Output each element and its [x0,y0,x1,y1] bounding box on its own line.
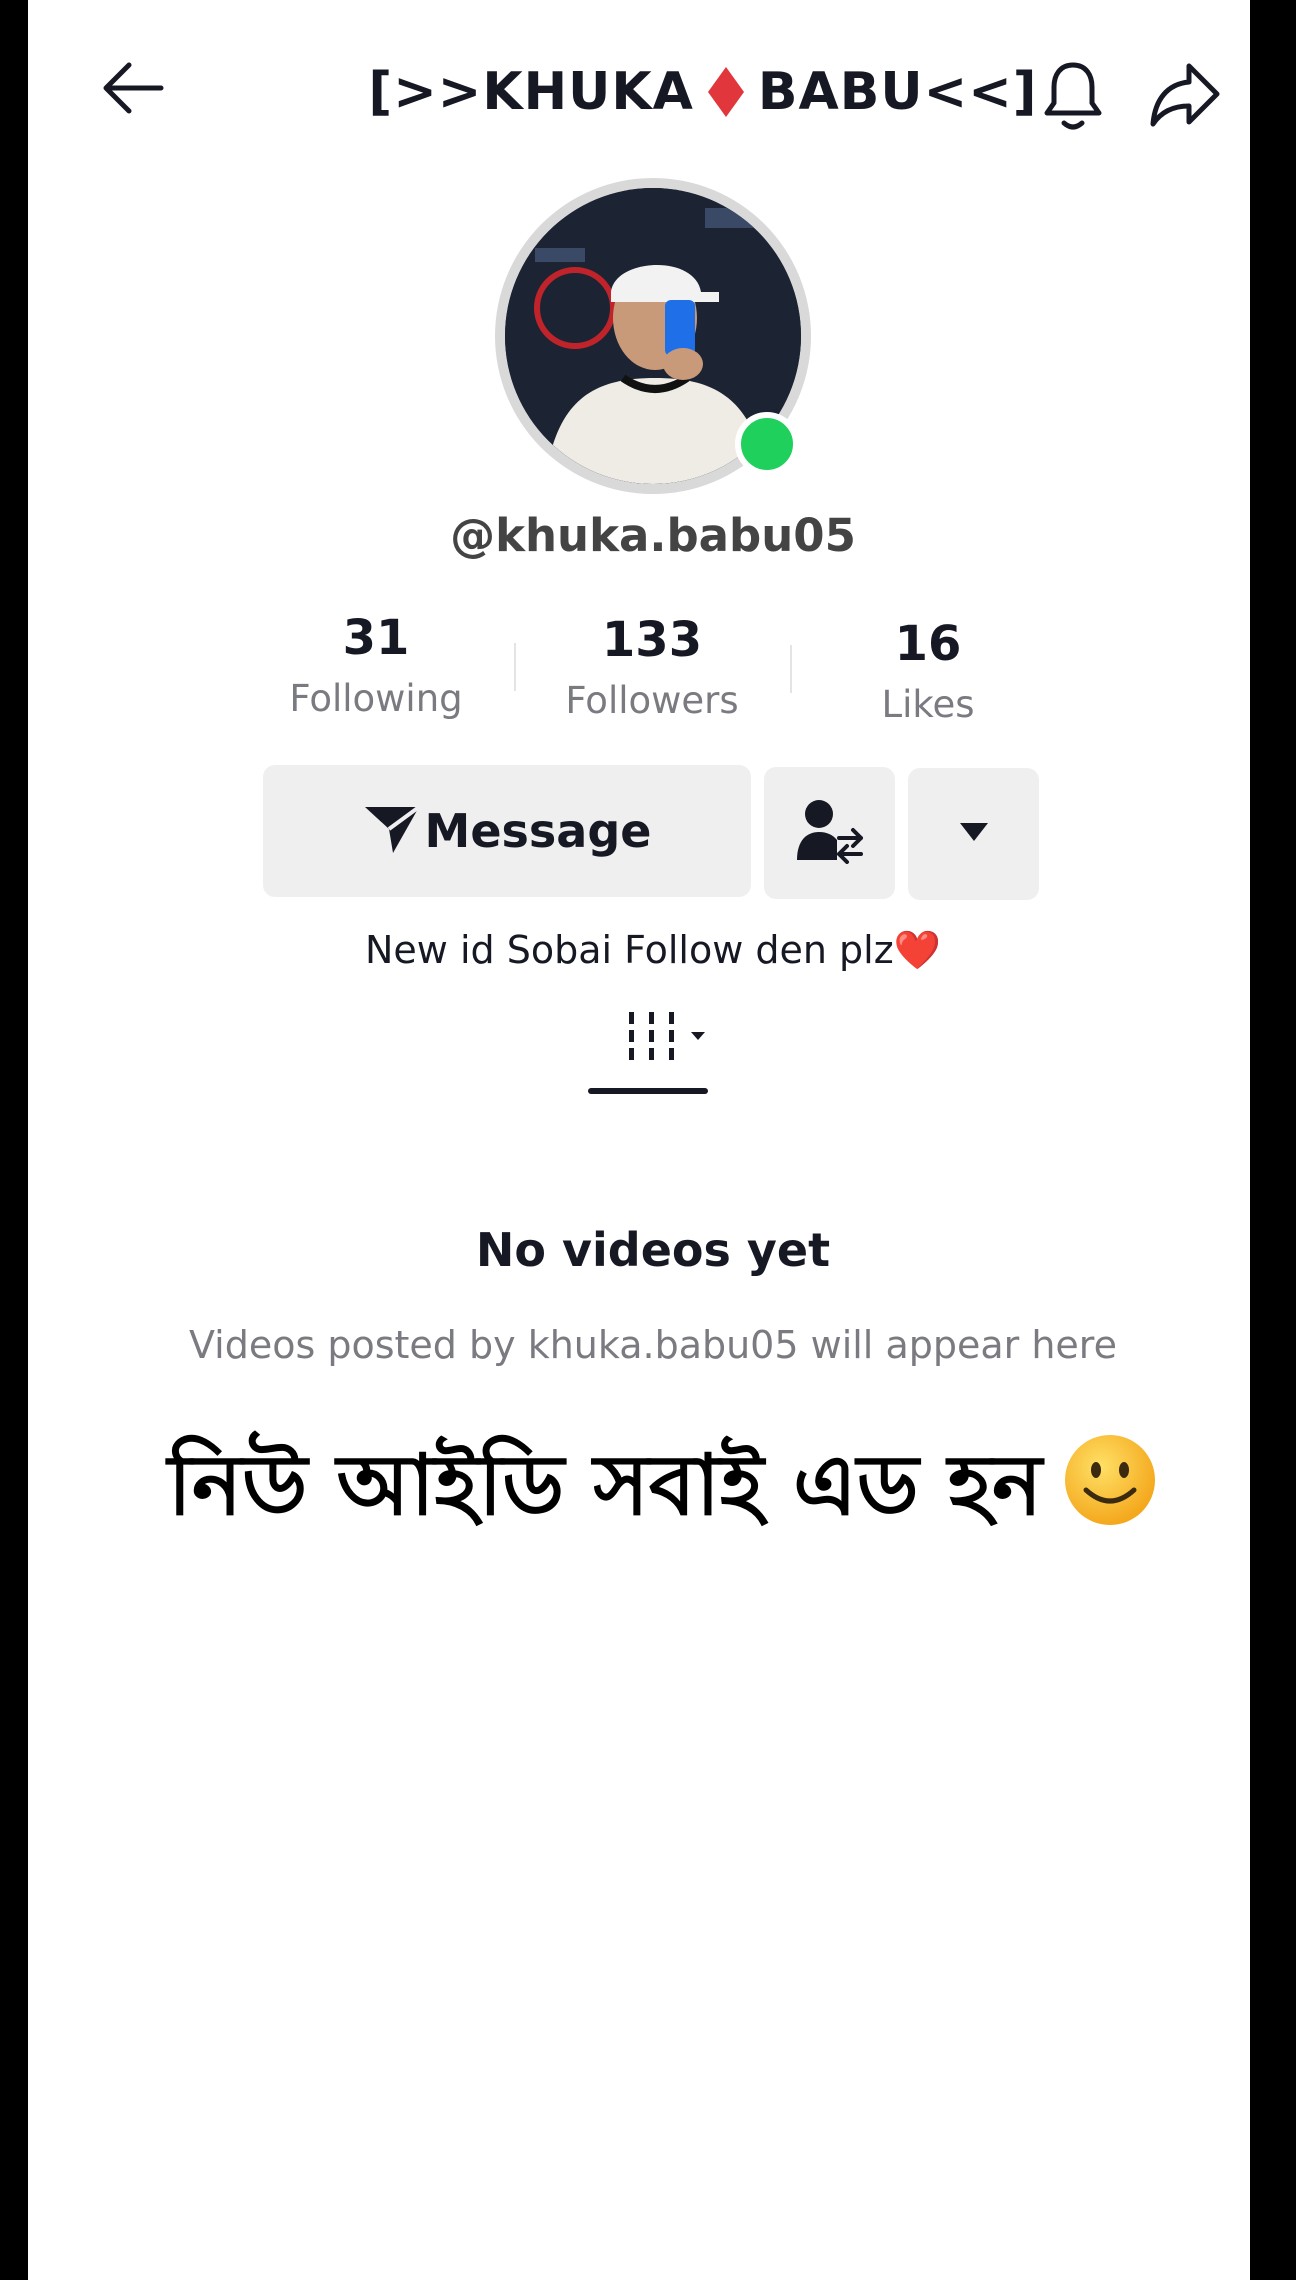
more-options-button[interactable] [908,768,1039,900]
follow-back-button[interactable] [764,767,895,899]
overlay-caption-text: নিউ আইডি সবাই এড হন [167,1435,1043,1534]
stat-value: 31 [342,610,410,666]
share-button[interactable] [1140,52,1230,142]
share-icon [1149,62,1221,132]
stat-label: Following [289,677,463,720]
tab-active-indicator [588,1088,708,1094]
tab-videos[interactable] [606,1000,736,1075]
stat-label: Likes [881,683,975,726]
stat-divider [514,643,516,691]
user-swap-icon [795,798,865,868]
empty-state-title: No videos yet [475,1223,831,1277]
notification-button[interactable] [1028,52,1118,142]
stat-followers[interactable]: 133 Followers [532,610,772,726]
back-button[interactable] [88,50,178,130]
arrow-left-icon [101,61,165,119]
stat-label: Followers [565,679,739,722]
red-diamond-icon [706,65,746,119]
message-button[interactable]: Message [263,765,751,897]
message-label: Message [424,804,652,858]
send-icon [363,803,421,859]
stat-value: 16 [894,616,962,672]
stat-likes[interactable]: 16 Likes [808,614,1048,730]
stat-value: 133 [601,612,703,668]
bio-text: New id Sobai Follow den plz❤️ [364,927,941,972]
profile-title: [>>KHUKA BABU<<] [328,52,1078,132]
stat-divider [790,645,792,693]
empty-state-subtitle: Videos posted by khuka.babu05 will appea… [189,1323,1117,1367]
grid-icon [625,1008,717,1068]
title-right: BABU<<] [757,62,1038,122]
profile-screen: [>>KHUKA BABU<<] @khuka.babu05 31 Follow… [28,0,1250,2280]
username: @khuka.babu05 [450,508,856,562]
stat-following[interactable]: 31 Following [256,608,496,724]
bell-icon [1042,59,1104,135]
smile-emoji-icon [1062,1432,1158,1548]
overlay-caption: নিউ আইডি সবাই এড হন [108,1420,1218,1560]
online-status-dot [735,412,799,476]
title-left: [>>KHUKA [368,62,694,122]
caret-down-icon [958,821,990,847]
